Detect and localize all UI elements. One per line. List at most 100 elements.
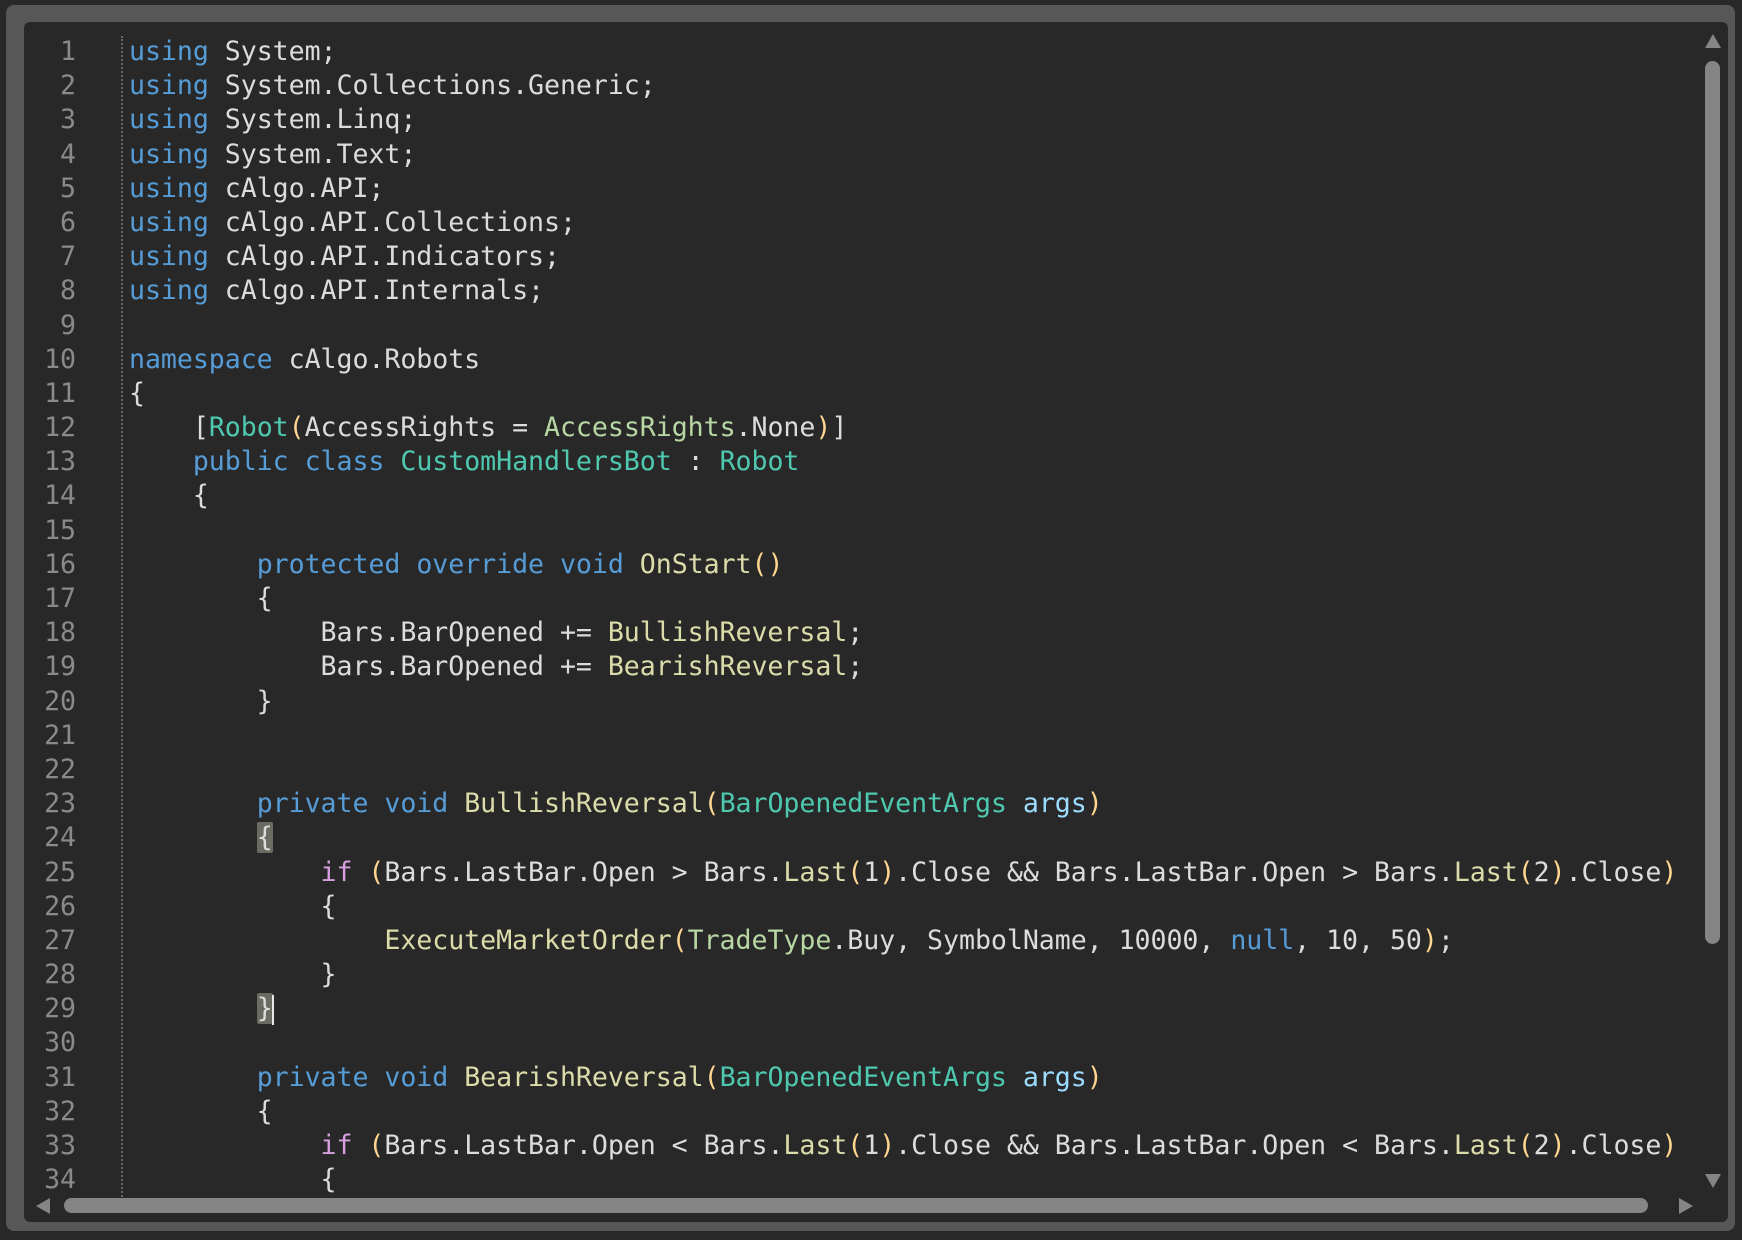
text-cursor — [271, 994, 274, 1025]
code-token: BarOpenedEventArgs — [719, 788, 1007, 820]
line-number: 10 — [44, 343, 76, 375]
code-token: private — [256, 788, 369, 820]
code-token: 10000 — [1118, 924, 1199, 956]
code-text[interactable]: [Robot(AccessRights = AccessRights.None)… — [129, 411, 848, 445]
code-token: BarOpenedEventArgs — [719, 1061, 1007, 1093]
code-text[interactable]: using cAlgo.API.Internals; — [129, 274, 544, 308]
code-token: namespace — [129, 343, 273, 375]
code-text[interactable]: private void BearishReversal(BarOpenedEv… — [129, 1061, 1103, 1095]
code-text[interactable]: using cAlgo.API.Collections; — [129, 206, 576, 240]
arrow-right-icon[interactable] — [1679, 1198, 1693, 1214]
line-number: 29 — [44, 993, 76, 1025]
arrow-up-icon[interactable] — [1705, 34, 1721, 48]
code-token: System; — [208, 36, 337, 67]
code-token: ) — [1661, 1130, 1678, 1161]
code-token: args — [1022, 1061, 1087, 1093]
code-token: cAlgo.API.Internals; — [208, 275, 544, 307]
code-token: ) — [1549, 856, 1566, 888]
line-number: 18 — [44, 617, 76, 649]
code-text[interactable]: namespace cAlgo.Robots — [129, 343, 480, 377]
code-token: class — [304, 446, 385, 478]
vertical-scroll-thumb[interactable] — [1705, 61, 1720, 944]
code-token: AccessRights = — [304, 412, 545, 444]
code-text[interactable]: using System.Text; — [129, 138, 416, 172]
code-token: Bars.BarOpened += — [129, 617, 608, 649]
code-text[interactable]: { — [129, 582, 273, 616]
arrow-left-icon[interactable] — [36, 1198, 50, 1214]
code-text[interactable]: using System; — [129, 35, 337, 69]
code-token: protected — [256, 548, 401, 580]
code-token: 1 — [863, 856, 880, 888]
code-text[interactable]: } — [129, 685, 273, 719]
code-token: { — [129, 1164, 337, 1196]
code-token: { — [129, 890, 337, 922]
line-number: 31 — [44, 1061, 76, 1093]
line-number: 7 — [60, 241, 76, 273]
code-text[interactable]: public class CustomHandlersBot : Robot — [129, 445, 800, 479]
code-text[interactable]: using System.Linq; — [129, 103, 416, 137]
code-text[interactable]: private void BullishReversal(BarOpenedEv… — [129, 787, 1103, 821]
horizontal-scroll-thumb[interactable] — [64, 1198, 1648, 1213]
code-token: ) — [1421, 924, 1438, 956]
code-text[interactable]: if (Bars.LastBar.Open < Bars.Last(1).Clo… — [129, 1129, 1678, 1163]
code-token: ( — [703, 1061, 720, 1093]
code-token: ( — [671, 924, 688, 956]
code-token: ) — [1549, 1130, 1566, 1161]
code-text[interactable]: using cAlgo.API; — [129, 172, 384, 206]
line-number: 3 — [60, 104, 76, 136]
code-token: BearishReversal — [607, 651, 848, 683]
code-token: } — [129, 959, 337, 991]
code-token: 2 — [1533, 1130, 1550, 1161]
line-number: 24 — [44, 822, 76, 854]
code-token: if — [320, 856, 353, 888]
line-number: 22 — [44, 753, 76, 785]
code-editor[interactable]: 1 using System; 2 using System.Collections.… — [24, 22, 1728, 1222]
code-text[interactable]: { — [129, 377, 145, 411]
code-token: BullishReversal — [464, 788, 704, 820]
code-text[interactable]: if (Bars.LastBar.Open > Bars.Last(1).Clo… — [129, 856, 1678, 890]
line-number: 17 — [44, 583, 76, 614]
code-token: Bars.BarOpened += — [129, 651, 608, 683]
vertical-scrollbar[interactable] — [1702, 22, 1726, 1222]
code-text[interactable]: { — [129, 1095, 273, 1129]
code-text[interactable]: { — [129, 479, 209, 513]
code-token: ( — [847, 856, 864, 888]
line-number: 20 — [44, 685, 76, 717]
code-token: ; — [847, 617, 864, 649]
line-number: 30 — [44, 1027, 76, 1059]
code-token: ) — [1086, 788, 1103, 820]
code-text[interactable]: { — [129, 821, 273, 855]
code-text[interactable]: } — [129, 958, 337, 992]
line-number: 19 — [44, 651, 76, 683]
brace-match-highlight: } — [256, 993, 273, 1025]
code-text[interactable]: protected override void OnStart() — [129, 548, 784, 582]
brace-match-highlight: { — [256, 822, 273, 854]
code-token: ) — [879, 856, 896, 888]
code-token: using — [129, 36, 209, 67]
code-text[interactable]: using System.Collections.Generic; — [129, 69, 656, 103]
code-text[interactable]: Bars.BarOpened += BullishReversal; — [129, 616, 864, 650]
arrow-down-icon[interactable] — [1705, 1174, 1721, 1188]
code-token: { — [129, 583, 273, 614]
line-number: 9 — [60, 309, 76, 341]
code-text[interactable]: { — [129, 890, 337, 924]
code-token: .Close && Bars.LastBar.Open < Bars. — [895, 1130, 1454, 1161]
line-number: 6 — [60, 206, 76, 238]
line-number: 26 — [44, 890, 76, 922]
code-text[interactable]: ExecuteMarketOrder(TradeType.Buy, Symbol… — [129, 924, 1453, 958]
code-text[interactable]: } — [129, 992, 274, 1026]
line-number: 12 — [44, 412, 76, 444]
code-token: Bars.LastBar.Open < Bars. — [384, 1130, 784, 1161]
code-text[interactable]: using cAlgo.API.Indicators; — [129, 240, 560, 274]
code-token: BearishReversal — [464, 1061, 704, 1093]
horizontal-scrollbar[interactable] — [24, 1192, 1704, 1216]
code-text[interactable]: Bars.BarOpened += BearishReversal; — [129, 650, 864, 684]
code-token: Last — [1453, 1130, 1518, 1161]
